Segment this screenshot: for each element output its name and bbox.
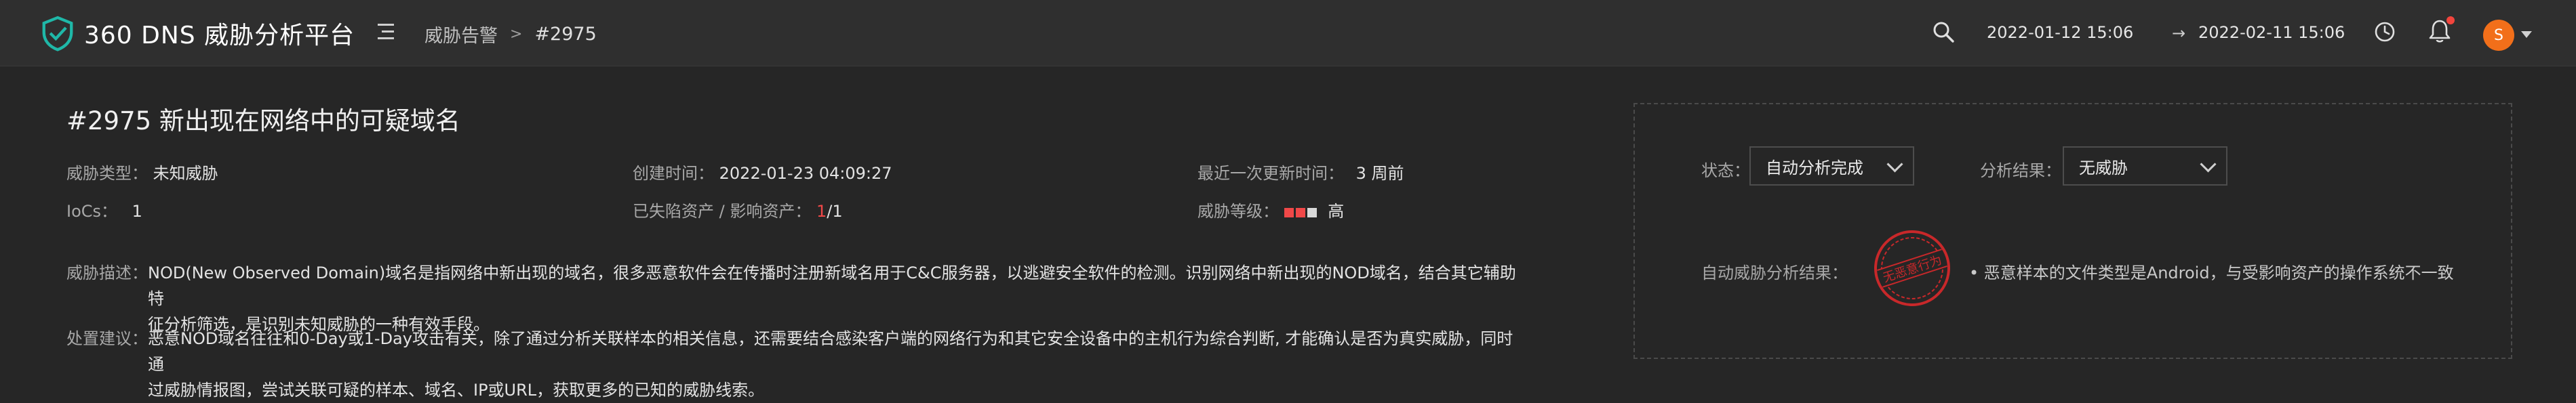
- updated-time-value: 3 周前: [1355, 164, 1404, 183]
- breadcrumb-parent[interactable]: 威胁告警: [424, 21, 498, 47]
- auto-analysis-label: 自动威胁分析结果：: [1701, 263, 1848, 282]
- created-time-row: 创建时间： 2022-01-23 04:09:27: [633, 160, 892, 184]
- notification-dot: [2446, 16, 2455, 24]
- caret-down-icon[interactable]: [2521, 31, 2532, 38]
- chevron-down-icon: [1886, 156, 1903, 173]
- created-time-label: 创建时间：: [633, 164, 714, 183]
- handling-advice-line: 恶意NOD域名往往和0-Day或1-Day攻击有关，除了通过分析关联样本的相关信…: [148, 329, 1513, 374]
- date-range-end[interactable]: 2022-02-11 15:06: [2198, 23, 2345, 42]
- auto-analysis-result-text: • 恶意样本的文件类型是Android，与受影响资产的操作系统不一致: [1969, 263, 2454, 282]
- clock-icon[interactable]: [2373, 20, 2396, 43]
- breadcrumb-separator: >: [510, 26, 523, 43]
- handling-advice-line: 过威胁情报图，尝试关联可疑的样本、域名、IP或URL，获取更多的已知的威胁线索。: [148, 381, 765, 400]
- status-select-value: 自动分析完成: [1766, 158, 1863, 177]
- page-title: #2975 新出现在网络中的可疑域名: [66, 106, 460, 135]
- analysis-result-select[interactable]: 无威胁: [2063, 146, 2227, 186]
- threat-level-box: [1284, 208, 1294, 217]
- breadcrumb-current: #2975: [534, 24, 597, 45]
- assets-total-count[interactable]: 1: [832, 202, 842, 221]
- threat-level-value: 高: [1328, 202, 1345, 221]
- assets-compromised-count[interactable]: 1: [816, 202, 827, 221]
- handling-advice-text: 恶意NOD域名往往和0-Day或1-Day攻击有关，除了通过分析关联样本的相关信…: [148, 326, 1524, 403]
- threat-description-line: NOD(New Observed Domain)域名是指网络中新出现的域名，很多…: [148, 263, 1516, 308]
- threat-type-value: 未知威胁: [153, 164, 218, 183]
- threat-level-row: 威胁等级： 高: [1197, 198, 1344, 221]
- threat-level-indicator: [1284, 202, 1319, 221]
- threat-level-label: 威胁等级：: [1197, 202, 1279, 221]
- handling-advice: 处置建议： 恶意NOD域名往往和0-Day或1-Day攻击有关，除了通过分析关联…: [66, 326, 1524, 403]
- assets-label: 已失陷资产 / 影响资产：: [633, 202, 812, 221]
- shield-logo-icon: [42, 16, 73, 51]
- threat-type-row: 威胁类型： 未知威胁: [66, 160, 218, 184]
- analysis-result-label: 分析结果：: [1980, 161, 2061, 180]
- stamp-text: 无恶意行为: [1881, 253, 1943, 286]
- analysis-result-select-value: 无威胁: [2079, 158, 2128, 177]
- brand[interactable]: 360 DNS 威胁分析平台: [39, 15, 355, 51]
- threat-level-box: [1307, 208, 1317, 217]
- threat-type-label: 威胁类型：: [66, 164, 148, 183]
- menu-icon[interactable]: [376, 20, 399, 43]
- status-label: 状态：: [1701, 161, 1750, 180]
- arrow-right-icon: →: [2172, 24, 2186, 43]
- assets-row: 已失陷资产 / 影响资产： 1/1: [633, 198, 843, 221]
- search-icon[interactable]: [1931, 20, 1956, 44]
- no-threat-stamp: 无恶意行为: [1874, 230, 1950, 306]
- analysis-panel: [1633, 103, 2512, 359]
- iocs-row: IoCs： 1: [66, 198, 142, 221]
- status-select[interactable]: 自动分析完成: [1749, 146, 1914, 186]
- app-title: 360 DNS 威胁分析平台: [84, 22, 355, 49]
- handling-advice-label: 处置建议：: [66, 329, 148, 348]
- top-bar: 360 DNS 威胁分析平台 威胁告警 > #2975 2022-01-12 1…: [0, 0, 2576, 66]
- avatar[interactable]: S: [2483, 20, 2514, 51]
- date-range-start[interactable]: 2022-01-12 15:06: [1987, 23, 2133, 42]
- chevron-down-icon: [2200, 156, 2217, 173]
- breadcrumb: 威胁告警 > #2975: [424, 21, 597, 47]
- iocs-value[interactable]: 1: [132, 202, 142, 221]
- threat-level-box: [1295, 208, 1305, 217]
- iocs-label: IoCs：: [66, 202, 118, 221]
- updated-time-label: 最近一次更新时间：: [1197, 164, 1344, 183]
- updated-time-row: 最近一次更新时间： 3 周前: [1197, 160, 1404, 184]
- created-time-value: 2022-01-23 04:09:27: [719, 164, 892, 183]
